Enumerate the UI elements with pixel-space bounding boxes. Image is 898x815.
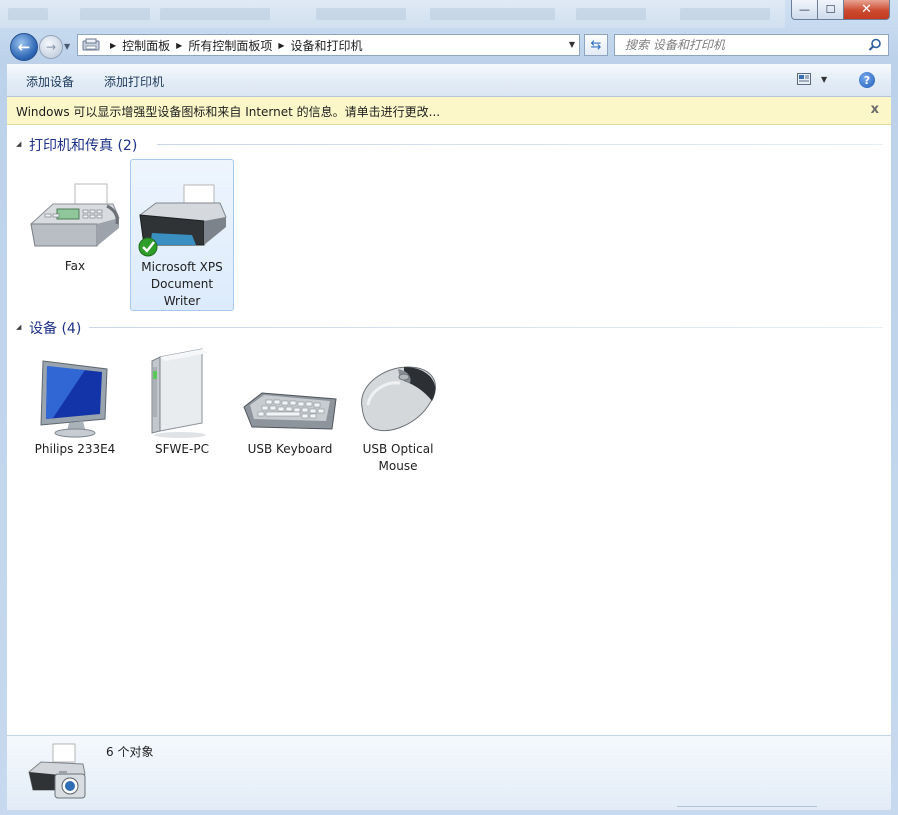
breadcrumb-control-panel[interactable]: 控制面板 <box>122 37 170 54</box>
refresh-icon: ⇆ <box>590 37 602 53</box>
device-item-mouse[interactable]: USB Optical Mouse <box>346 345 450 475</box>
control-panel-icon <box>82 38 100 52</box>
group-title: 打印机和传真 (2) <box>29 138 138 154</box>
forward-button[interactable]: → <box>39 35 63 59</box>
breadcrumb-separator-icon[interactable]: ▶ <box>110 41 116 50</box>
device-item-label: Fax <box>64 259 86 273</box>
add-printer-button[interactable]: 添加打印机 <box>104 73 164 90</box>
device-list-pane: ◢ 打印机和传真 (2) Fax Microsoft XPS Document … <box>7 125 891 735</box>
info-bar-text: Windows 可以显示增强型设备图标和来自 Internet 的信息。请单击进… <box>16 105 441 119</box>
device-item-keyboard[interactable]: USB Keyboard <box>238 345 342 458</box>
minimize-button[interactable]: — <box>791 0 818 20</box>
navigation-bar: ← → ▼ ▶ 控制面板 ▶ 所有控制面板项 ▶ 设备和打印机 ▼ ⇆ <box>0 30 898 62</box>
computer-tower-icon <box>132 345 232 441</box>
resize-grip-icon[interactable] <box>677 804 817 810</box>
view-options-button[interactable]: ▼ <box>797 73 827 85</box>
view-icon <box>797 73 811 85</box>
info-bar-close-icon[interactable]: x <box>871 102 879 117</box>
add-device-button[interactable]: 添加设备 <box>26 73 74 90</box>
help-button[interactable]: ? <box>859 72 875 88</box>
maximize-button[interactable]: ☐ <box>818 0 844 20</box>
group-divider <box>157 144 883 145</box>
device-item-label: USB Optical Mouse <box>362 442 434 473</box>
details-pane: 6 个对象 <box>7 735 891 810</box>
breadcrumb-devices-printers[interactable]: 设备和打印机 <box>291 37 363 54</box>
search-box <box>614 34 889 56</box>
back-arrow-icon: ← <box>17 38 31 56</box>
group-header-devices[interactable]: ◢ 设备 (4) <box>7 317 891 337</box>
back-button[interactable]: ← <box>10 33 38 61</box>
fax-icon <box>25 162 125 258</box>
monitor-icon <box>25 345 125 441</box>
window-controls: — ☐ ✕ <box>791 0 890 20</box>
address-bar[interactable]: ▶ 控制面板 ▶ 所有控制面板项 ▶ 设备和打印机 ▼ <box>77 34 580 56</box>
breadcrumb-separator-icon[interactable]: ▶ <box>278 41 284 50</box>
forward-arrow-icon: → <box>45 40 57 54</box>
devices-printers-icon <box>28 743 86 799</box>
device-item-fax[interactable]: Fax <box>23 162 127 275</box>
close-button[interactable]: ✕ <box>844 0 890 20</box>
device-item-label: USB Keyboard <box>247 442 333 456</box>
keyboard-icon <box>240 345 340 441</box>
device-item-label: SFWE-PC <box>155 442 209 456</box>
info-bar[interactable]: Windows 可以显示增强型设备图标和来自 Internet 的信息。请单击进… <box>7 97 891 125</box>
device-item-computer[interactable]: SFWE-PC <box>130 345 234 458</box>
mouse-icon <box>348 345 448 441</box>
address-dropdown-icon[interactable]: ▼ <box>569 40 575 49</box>
device-item-monitor[interactable]: Philips 233E4 <box>23 345 127 458</box>
refresh-button[interactable]: ⇆ <box>584 34 608 56</box>
group-divider <box>89 327 883 328</box>
breadcrumb-all-items[interactable]: 所有控制面板项 <box>188 37 272 54</box>
recent-pages-dropdown[interactable]: ▼ <box>64 42 70 51</box>
chevron-down-icon: ▼ <box>64 42 71 51</box>
group-header-printers[interactable]: ◢ 打印机和传真 (2) <box>7 134 891 154</box>
device-item-label: Philips 233E4 <box>34 442 116 456</box>
command-bar: 添加设备 添加打印机 ▼ ? <box>7 63 891 97</box>
device-item-label: Microsoft XPS Document Writer <box>141 260 223 308</box>
item-count: 6 个对象 <box>106 745 154 759</box>
device-item-xps-writer[interactable]: Microsoft XPS Document Writer <box>130 159 234 311</box>
printer-icon <box>132 163 232 259</box>
breadcrumb-separator-icon[interactable]: ▶ <box>176 41 182 50</box>
collapse-triangle-icon[interactable]: ◢ <box>16 140 21 148</box>
search-icon[interactable] <box>868 38 882 52</box>
background-taskbar-ghost <box>0 0 785 28</box>
breadcrumb: ▶ 控制面板 ▶ 所有控制面板项 ▶ 设备和打印机 <box>104 37 363 54</box>
collapse-triangle-icon[interactable]: ◢ <box>16 323 21 331</box>
group-title: 设备 (4) <box>29 321 82 337</box>
chevron-down-icon: ▼ <box>821 74 828 84</box>
search-input[interactable] <box>623 37 867 53</box>
